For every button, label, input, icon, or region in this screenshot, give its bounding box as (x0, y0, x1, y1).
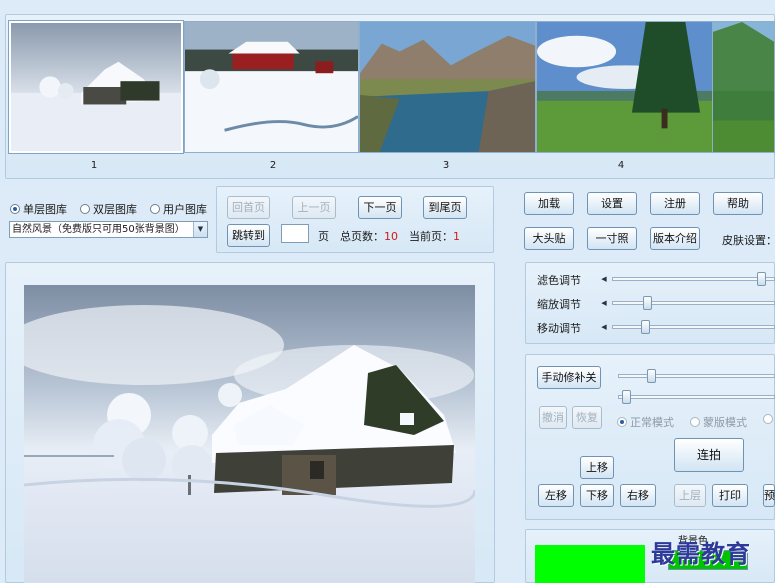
restore-button[interactable]: 恢复 (572, 406, 602, 429)
slider-track (612, 301, 775, 305)
thumbnail-2[interactable] (184, 21, 359, 153)
last-page-button[interactable]: 到尾页 (423, 196, 467, 219)
total-pages-caption: 总页数： (340, 230, 384, 243)
version-info-button[interactable]: 版本介绍 (650, 227, 700, 250)
register-button[interactable]: 注册 (650, 192, 700, 215)
library-dropdown[interactable]: 自然风景（免费版只可用50张背景图） ▼ (9, 221, 208, 238)
radio-indicator (10, 204, 20, 214)
move-adjust-label: 移动调节 (537, 322, 581, 335)
filter-slider[interactable]: ◀ (601, 272, 775, 286)
load-button[interactable]: 加载 (524, 192, 574, 215)
one-inch-photo-button[interactable]: 一寸照 (587, 227, 637, 250)
radio-indicator (690, 417, 700, 427)
radio-normal-mode[interactable]: 正常模式 (617, 414, 674, 430)
next-page-button[interactable]: 下一页 (358, 196, 402, 219)
radio-single-library[interactable]: 单层图库 (10, 201, 67, 217)
chevron-left-icon[interactable]: ◀ (598, 297, 610, 309)
page-unit-label: 页 (318, 230, 329, 243)
slider-track (618, 374, 775, 378)
radio-indicator (617, 417, 627, 427)
slider-knob[interactable] (622, 390, 631, 404)
radio-indicator (150, 204, 160, 214)
radio-indicator (763, 414, 773, 424)
chevron-left-icon[interactable]: ◀ (598, 321, 610, 333)
thumbnail-number-3: 3 (442, 160, 450, 171)
move-left-button[interactable]: 左移 (538, 484, 574, 507)
zoom-slider[interactable]: ◀ (601, 296, 775, 310)
thumbnail-number-4: 4 (617, 160, 625, 171)
slider-track (618, 395, 775, 399)
filter-adjust-label: 滤色调节 (537, 274, 581, 287)
slider-track (612, 325, 775, 329)
slider-knob[interactable] (757, 272, 766, 286)
manual-fill-toggle-button[interactable]: 手动修补关 (537, 366, 601, 389)
preview-button-truncated[interactable]: 预 (763, 484, 775, 507)
settings-button[interactable]: 设置 (587, 192, 637, 215)
current-page-label: 当前页：1 (409, 228, 460, 244)
slider-knob[interactable] (641, 320, 650, 334)
total-pages-label: 总页数：10 (340, 228, 398, 244)
undo-button[interactable]: 撤消 (539, 406, 567, 429)
thumbnail-3[interactable] (359, 21, 536, 153)
big-head-button[interactable]: 大头贴 (524, 227, 574, 250)
thumbnail-1[interactable] (8, 20, 184, 154)
move-down-button[interactable]: 下移 (580, 484, 614, 507)
radio-label: 双层图库 (93, 203, 137, 216)
color-swatch[interactable] (535, 545, 645, 583)
continuous-shot-button[interactable]: 连拍 (674, 438, 744, 472)
help-button[interactable]: 帮助 (713, 192, 763, 215)
zoom-adjust-label: 缩放调节 (537, 298, 581, 311)
radio-mask-mode[interactable]: 蒙版模式 (690, 414, 747, 430)
thumbnail-number-1: 1 (90, 160, 98, 171)
radio-label: 正常模式 (630, 416, 674, 429)
print-button[interactable]: 打印 (712, 484, 748, 507)
goto-page-button[interactable]: 跳转到 (227, 224, 270, 247)
slider-knob[interactable] (643, 296, 652, 310)
radio-label: 蒙版模式 (703, 416, 747, 429)
current-page-value: 1 (453, 230, 460, 243)
move-slider[interactable]: ◀ (601, 320, 775, 334)
thumbnail-number-2: 2 (269, 160, 277, 171)
prev-page-button[interactable]: 上一页 (292, 196, 336, 219)
total-pages-value: 10 (384, 230, 398, 243)
preview-image (24, 285, 475, 583)
radio-user-library[interactable]: 用户图库 (150, 201, 207, 217)
library-dropdown-value: 自然风景（免费版只可用50张背景图） (12, 224, 185, 235)
chevron-left-icon[interactable]: ◀ (598, 273, 610, 285)
thumbnail-5[interactable] (712, 21, 775, 153)
thumbnail-4[interactable] (536, 21, 713, 153)
radio-label: 单层图库 (23, 203, 67, 216)
watermark-logo: 最需教育 (651, 539, 751, 568)
page-number-input[interactable] (281, 224, 309, 243)
radio-mode-3[interactable] (763, 414, 773, 424)
radio-double-library[interactable]: 双层图库 (80, 201, 137, 217)
move-up-button[interactable]: 上移 (580, 456, 614, 479)
skin-settings-label: 皮肤设置： (722, 234, 775, 247)
radio-label: 用户图库 (163, 203, 207, 216)
layer-up-button[interactable]: 上层 (674, 484, 706, 507)
fill-slider-2[interactable] (618, 390, 775, 404)
slider-knob[interactable] (647, 369, 656, 383)
slider-track (612, 277, 775, 281)
radio-indicator (80, 204, 90, 214)
move-right-button[interactable]: 右移 (620, 484, 656, 507)
first-page-button[interactable]: 回首页 (227, 196, 270, 219)
current-page-caption: 当前页： (409, 230, 453, 243)
fill-slider-1[interactable] (618, 369, 775, 383)
chevron-down-icon[interactable]: ▼ (193, 222, 207, 237)
